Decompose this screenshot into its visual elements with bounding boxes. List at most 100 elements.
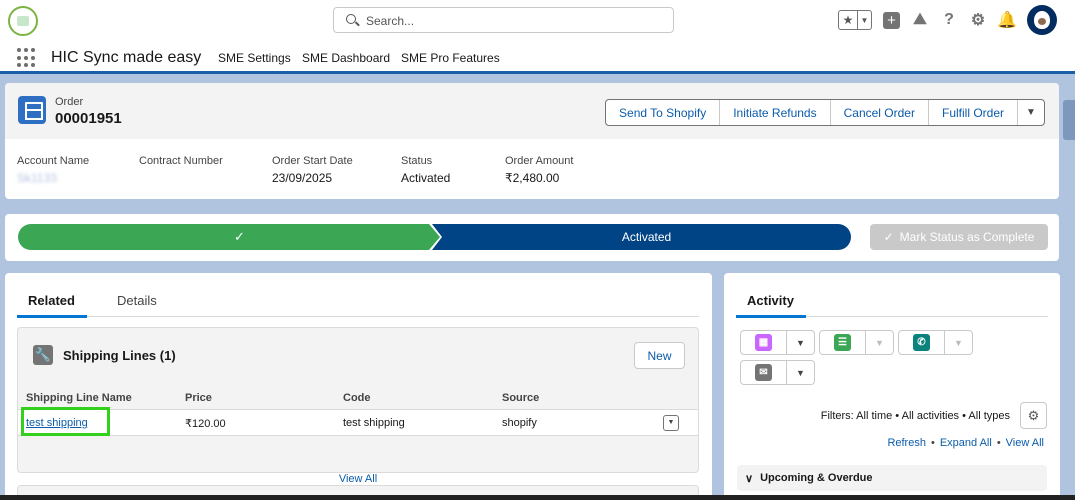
refresh-link[interactable]: Refresh [887, 437, 926, 449]
shipping-line-link[interactable]: test shipping [26, 417, 88, 429]
fulfill-order-button[interactable]: Fulfill Order [929, 100, 1018, 125]
help-icon[interactable]: ? [940, 11, 958, 29]
nav-tab-sme-settings[interactable]: SME Settings [218, 51, 291, 65]
favorites-button[interactable]: ★ ▼ [838, 10, 872, 30]
related-list-title[interactable]: Shipping Lines (1) [63, 348, 176, 363]
chevron-down-icon[interactable]: ▼ [787, 331, 814, 354]
cell-source: shopify [502, 417, 537, 429]
email-button-icon-wrap: ✉ [741, 361, 787, 384]
tab-activity[interactable]: Activity [747, 293, 794, 308]
mark-status-complete-button[interactable]: ✓ Mark Status as Complete [870, 224, 1048, 250]
record-header-top: Order 00001951 Send To Shopify Initiate … [5, 83, 1059, 139]
send-to-shopify-button[interactable]: Send To Shopify [606, 100, 721, 125]
separator-dot: • [930, 437, 935, 449]
call-button-icon-wrap: ✆ [899, 331, 945, 354]
email-button[interactable]: ✉ ▼ [740, 360, 815, 385]
initiate-refunds-button[interactable]: Initiate Refunds [720, 100, 831, 125]
check-icon: ✓ [234, 229, 245, 244]
add-icon[interactable]: + [883, 11, 900, 29]
column-header-price: Price [185, 392, 212, 404]
log-call-button[interactable]: ✆ ▼ [898, 330, 973, 355]
expand-all-link[interactable]: Expand All [940, 437, 992, 449]
record-header: Order 00001951 Send To Shopify Initiate … [5, 83, 1059, 199]
filter-settings-gear-icon[interactable]: ⚙ [1020, 402, 1047, 429]
upcoming-overdue-section[interactable]: ∨ Upcoming & Overdue [737, 465, 1047, 491]
new-button[interactable]: New [634, 342, 685, 369]
object-label: Order [55, 96, 84, 108]
field-value-order-start-date: 23/09/2025 [272, 171, 333, 185]
event-button-icon-wrap: ▦ [741, 331, 787, 354]
field-value-status: Activated [401, 171, 451, 185]
app-launcher-icon[interactable] [17, 48, 37, 68]
header-utility-icons: ★ ▼ + ⛰ ? ⚙ 🔔 [838, 5, 1057, 35]
utility-panel-toggle[interactable] [1063, 100, 1075, 140]
cell-code: test shipping [343, 417, 405, 429]
record-title: 00001951 [55, 110, 122, 127]
tab-related[interactable]: Related [28, 293, 75, 308]
path-stage-complete[interactable]: ✓ [18, 224, 440, 250]
table-row: test shipping ₹120.00 test shipping shop… [18, 407, 698, 436]
field-label-order-start-date: Order Start Date [272, 155, 353, 167]
check-icon: ✓ [883, 230, 894, 244]
field-label-status: Status [401, 155, 433, 167]
search-icon [346, 14, 356, 24]
nav-tab-sme-dashboard[interactable]: SME Dashboard [302, 51, 390, 65]
chevron-down-icon[interactable]: ▼ [945, 331, 972, 354]
related-details-panel: Related Details 🔧 Shipping Lines (1) New… [5, 273, 712, 500]
upcoming-overdue-label: Upcoming & Overdue [760, 472, 873, 484]
status-path: ✓ Activated ✓ Mark Status as Complete [5, 214, 1059, 261]
tab-details[interactable]: Details [117, 293, 157, 308]
new-event-button[interactable]: ▦ ▼ [740, 330, 815, 355]
mark-status-complete-label: Mark Status as Complete [899, 230, 1035, 244]
field-label-account-name: Account Name [17, 155, 90, 167]
cell-price: ₹120.00 [185, 418, 226, 430]
order-object-icon [18, 96, 46, 124]
nav-tab-sme-pro-features[interactable]: SME Pro Features [401, 51, 500, 65]
shipping-lines-related-list: 🔧 Shipping Lines (1) New Shipping Line N… [17, 327, 699, 485]
column-header-name: Shipping Line Name [26, 392, 132, 404]
path-stage-activated[interactable]: Activated [432, 224, 851, 250]
view-all-link[interactable]: View All [18, 473, 698, 485]
field-value-order-amount: ₹2,480.00 [505, 171, 560, 185]
task-button-icon-wrap: ☰ [820, 331, 866, 354]
field-label-order-amount: Order Amount [505, 155, 574, 167]
chevron-down-icon[interactable]: ▼ [866, 331, 893, 354]
setup-gear-icon[interactable]: ⚙ [969, 11, 987, 29]
chevron-down-icon[interactable]: ▼ [787, 361, 814, 384]
chevron-down-icon: ∨ [745, 472, 754, 485]
app-name: HIC Sync made easy [51, 49, 202, 66]
row-actions-chevron-icon[interactable]: ▼ [663, 415, 679, 431]
calendar-icon: ▦ [755, 334, 772, 351]
view-all-link[interactable]: View All [1006, 437, 1044, 449]
notifications-bell-icon[interactable]: 🔔 [997, 11, 1017, 29]
search-input[interactable] [366, 12, 656, 30]
column-header-source: Source [502, 392, 540, 404]
user-avatar[interactable] [1027, 5, 1057, 35]
new-task-button[interactable]: ☰ ▼ [819, 330, 894, 355]
cancel-order-button[interactable]: Cancel Order [831, 100, 929, 125]
global-search[interactable] [333, 7, 674, 33]
favorites-star-icon[interactable]: ★ [839, 11, 858, 29]
activity-tabs: Activity [736, 288, 1048, 318]
activity-panel: Activity ▦ ▼ ☰ ▼ ✆ ▼ ✉ ▼ Filters: All ti… [724, 273, 1060, 500]
column-header-code: Code [343, 392, 371, 404]
trailhead-icon[interactable]: ⛰ [911, 11, 929, 29]
app-logo[interactable] [8, 6, 38, 36]
global-header: ★ ▼ + ⛰ ? ⚙ 🔔 [0, 0, 1075, 42]
activity-filters-text: Filters: All time • All activities • All… [820, 410, 1010, 422]
email-icon: ✉ [755, 364, 772, 381]
more-actions-chevron-icon[interactable]: ▼ [1018, 100, 1044, 125]
app-navigation-bar: HIC Sync made easy SME Settings SME Dash… [0, 42, 1075, 74]
chevron-down-icon[interactable]: ▼ [858, 11, 871, 29]
field-label-contract-number: Contract Number [139, 155, 223, 167]
wrench-icon: 🔧 [33, 345, 53, 365]
field-value-account-name[interactable]: Sk1133 [17, 171, 57, 185]
activity-links: Refresh • Expand All • View All [887, 437, 1044, 449]
active-tab-indicator [736, 315, 806, 318]
record-actions: Send To Shopify Initiate Refunds Cancel … [605, 99, 1045, 126]
record-tabs: Related Details [17, 288, 699, 318]
phone-icon: ✆ [913, 334, 930, 351]
task-list-icon: ☰ [834, 334, 851, 351]
separator-dot: • [996, 437, 1001, 449]
taskbar-strip [0, 495, 1075, 500]
